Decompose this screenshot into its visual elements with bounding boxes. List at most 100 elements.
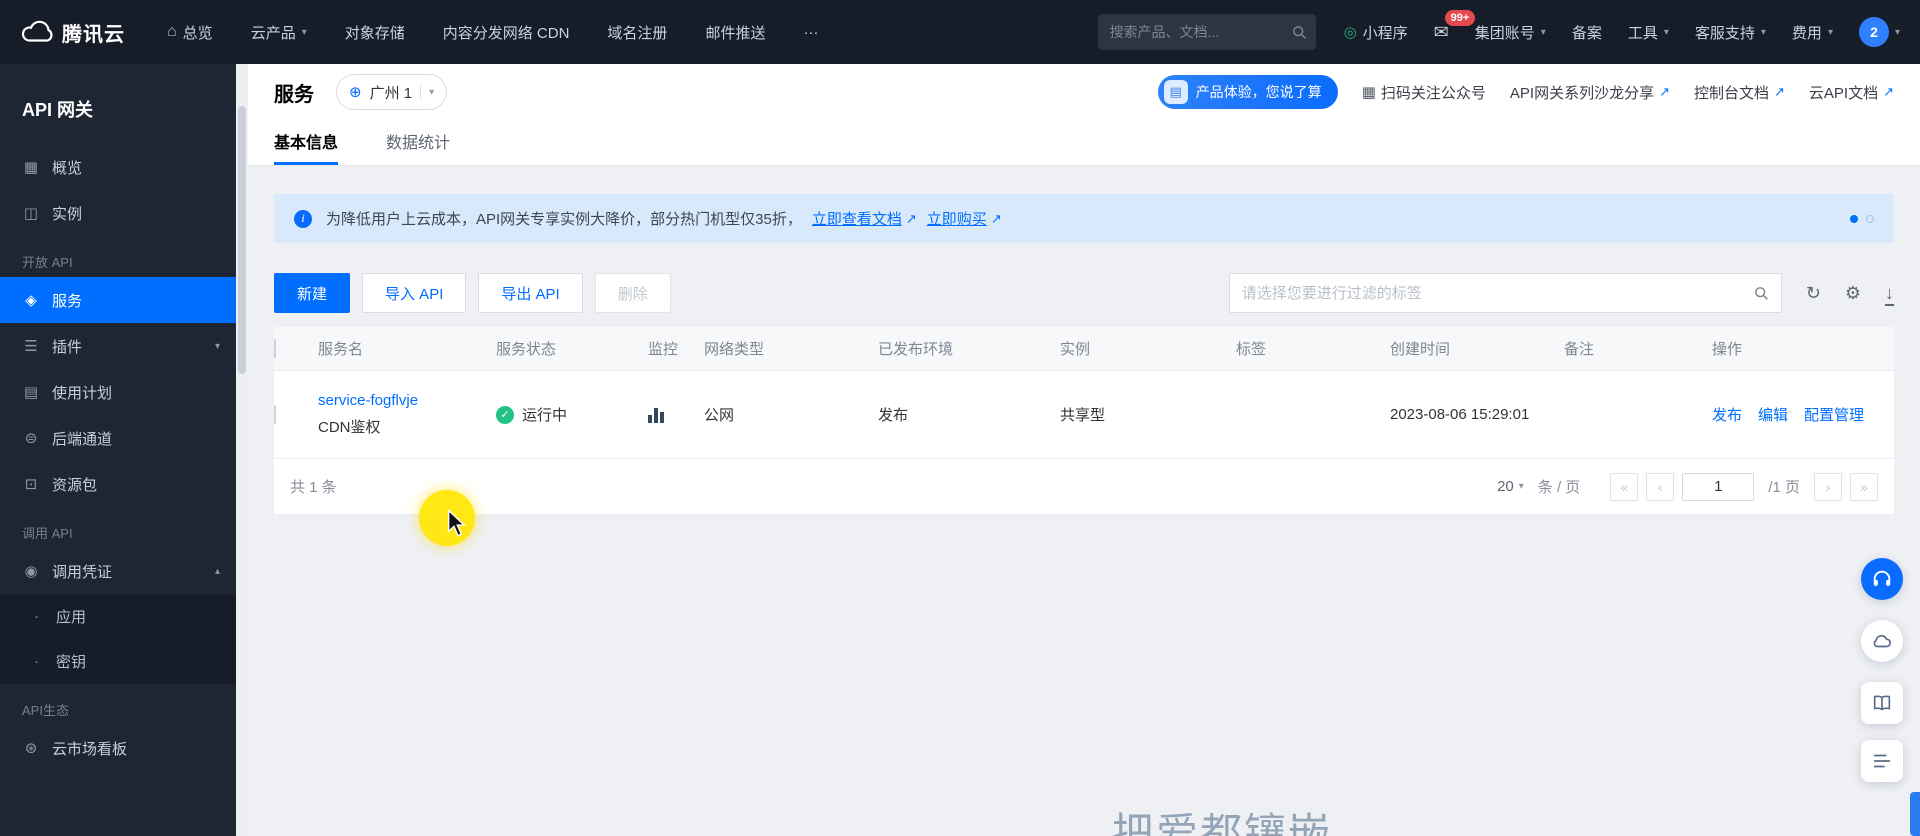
refresh-icon[interactable]: ↻ xyxy=(1806,284,1821,302)
top-navbar: 腾讯云 ⌂ 总览 云产品 ▾ 对象存储 内容分发网络 CDN 域名注册 邮件推送 xyxy=(0,0,1920,64)
nav-domain-registration[interactable]: 域名注册 xyxy=(607,22,667,43)
row-checkbox[interactable] xyxy=(274,405,276,424)
sidebar-item-credentials[interactable]: ◉ 调用凭证 ▴ xyxy=(0,548,236,594)
feedback-button[interactable] xyxy=(1861,740,1903,782)
chevron-down-icon: ▾ xyxy=(214,340,220,352)
account-menu[interactable]: 2 ▾ xyxy=(1858,17,1900,47)
sidebar-item-resource-packs[interactable]: ⊡ 资源包 xyxy=(0,461,236,507)
nav-mail-push-label: 邮件推送 xyxy=(705,24,766,42)
view-doc-link[interactable]: 立即查看文档 xyxy=(812,208,902,229)
published-env: 发布 xyxy=(878,407,909,424)
config-manage-action[interactable]: 配置管理 xyxy=(1804,404,1864,425)
sidebar-item-applications[interactable]: · 应用 xyxy=(0,594,236,639)
tools-menu[interactable]: 工具 ▾ xyxy=(1628,22,1669,43)
import-api-button[interactable]: 导入 API xyxy=(362,273,467,313)
messages-button[interactable]: ✉ 99+ xyxy=(1434,9,1476,43)
tencent-cloud-logo[interactable]: 腾讯云 xyxy=(20,18,125,47)
plugin-icon: ☰ xyxy=(24,338,38,355)
region-selector[interactable]: ⊕ 广州 1 ▾ xyxy=(336,74,448,110)
documentation-button[interactable] xyxy=(1861,682,1903,724)
carousel-dot-active[interactable] xyxy=(1850,214,1858,223)
nav-overview[interactable]: ⌂ 总览 xyxy=(167,22,213,43)
billing-menu[interactable]: 费用 ▾ xyxy=(1792,22,1833,43)
sidebar-item-plugins[interactable]: ☰ 插件 ▾ xyxy=(0,323,236,369)
column-header-created: 创建时间 xyxy=(1390,341,1451,358)
last-page-button[interactable]: » xyxy=(1850,472,1878,501)
cloud-api-doc-link[interactable]: 云API文档 ↗ xyxy=(1809,82,1894,103)
product-feedback-button[interactable]: ▤ 产品体验，您说了算 xyxy=(1157,75,1338,109)
topbar-search-input[interactable] xyxy=(1109,24,1291,40)
tab-statistics[interactable]: 数据统计 xyxy=(386,120,450,165)
nav-object-storage[interactable]: 对象存储 xyxy=(345,22,405,43)
backend-channel-icon: ⊜ xyxy=(24,430,38,447)
sidebar-item-overview[interactable]: ▦ 概览 xyxy=(0,144,236,190)
status-running-icon: ✓ xyxy=(496,405,514,424)
settings-gear-icon[interactable]: ⚙ xyxy=(1845,284,1861,302)
nav-cdn[interactable]: 内容分发网络 CDN xyxy=(443,22,570,43)
monitor-chart-icon[interactable] xyxy=(648,407,696,423)
chevron-down-icon: ▾ xyxy=(1894,26,1900,38)
sidebar-item-instances[interactable]: ◫ 实例 xyxy=(0,190,236,236)
salon-share-link[interactable]: API网关系列沙龙分享 ↗ xyxy=(1510,82,1670,103)
export-api-button[interactable]: 导出 API xyxy=(478,273,583,313)
qr-follow-link[interactable]: ▦ 扫码关注公众号 xyxy=(1362,82,1486,103)
support-label: 客服支持 xyxy=(1694,24,1755,42)
sidebar-item-keys[interactable]: · 密钥 xyxy=(0,639,236,684)
delete-button[interactable]: 删除 xyxy=(594,273,671,313)
support-chat-button[interactable] xyxy=(1861,558,1903,600)
prev-page-button[interactable]: ‹ xyxy=(1646,472,1675,501)
sidebar-item-backend-channels[interactable]: ⊜ 后端通道 xyxy=(0,415,236,461)
resource-pack-icon: ⊡ xyxy=(24,476,38,493)
page-size-select[interactable]: 20 ▾ xyxy=(1497,478,1524,495)
notification-badge: 99+ xyxy=(1444,9,1476,26)
page-number-input[interactable] xyxy=(1682,472,1755,501)
publish-action[interactable]: 发布 xyxy=(1712,404,1742,425)
sidebar-item-label: 资源包 xyxy=(52,476,98,494)
cloud-assistant-button[interactable] xyxy=(1861,620,1903,662)
search-icon[interactable] xyxy=(1291,24,1307,40)
created-time: 2023-08-06 15:29:01 xyxy=(1390,406,1530,423)
book-icon xyxy=(1873,695,1891,711)
tab-basic-info[interactable]: 基本信息 xyxy=(274,120,339,165)
select-all-checkbox[interactable] xyxy=(274,339,276,358)
service-name-link[interactable]: service-fogflvje xyxy=(318,392,488,409)
group-account-menu[interactable]: 集团账号 ▾ xyxy=(1475,22,1546,43)
carousel-dot[interactable] xyxy=(1866,214,1874,223)
brand-name: 腾讯云 xyxy=(62,23,125,46)
group-account-label: 集团账号 xyxy=(1474,24,1535,42)
download-icon[interactable]: ↓ xyxy=(1885,283,1894,306)
page-size-unit: 条 / 页 xyxy=(1537,479,1581,496)
chevron-down-icon: ▾ xyxy=(301,26,307,38)
banner-carousel-dots xyxy=(1850,214,1874,223)
column-header-monitor: 监控 xyxy=(648,341,679,358)
search-icon[interactable] xyxy=(1753,285,1769,301)
next-page-button[interactable]: › xyxy=(1814,472,1842,501)
sidebar-item-label: 密钥 xyxy=(56,654,87,671)
tag-filter[interactable] xyxy=(1228,273,1782,313)
topbar-right-cluster: ◎ 小程序 ✉ 99+ 集团账号 ▾ 备案 工具 ▾ 客服支持 ▾ 费用 ▾ 2… xyxy=(1344,9,1900,47)
create-button[interactable]: 新建 xyxy=(274,273,351,313)
support-menu[interactable]: 客服支持 ▾ xyxy=(1695,22,1766,43)
miniprogram-button[interactable]: ◎ 小程序 xyxy=(1344,22,1408,43)
topbar-search[interactable] xyxy=(1097,14,1316,50)
nav-mail-push[interactable]: 邮件推送 xyxy=(705,22,765,43)
edit-action[interactable]: 编辑 xyxy=(1758,404,1788,425)
buy-now-link[interactable]: 立即购买 xyxy=(927,208,987,229)
sidebar-item-services[interactable]: ◈ 服务 xyxy=(0,277,236,323)
nav-more-button[interactable]: ··· xyxy=(803,24,818,41)
collapsed-side-panel-tab[interactable] xyxy=(1910,792,1920,836)
sidebar-section-ecosystem: API生态 xyxy=(22,703,69,718)
first-page-button[interactable]: « xyxy=(1610,472,1639,501)
column-header-name: 服务名 xyxy=(318,341,364,358)
nav-cloud-products[interactable]: 云产品 ▾ xyxy=(251,22,307,43)
tag-filter-input[interactable] xyxy=(1241,284,1753,302)
survey-list-icon xyxy=(1873,754,1891,768)
chevron-down-icon: ▾ xyxy=(429,86,435,98)
sidebar-item-usage-plans[interactable]: ▤ 使用计划 xyxy=(0,369,236,415)
console-doc-link[interactable]: 控制台文档 ↗ xyxy=(1694,82,1785,103)
sidebar-item-cloud-market[interactable]: ⊛ 云市场看板 xyxy=(0,725,236,771)
chevron-down-icon: ▾ xyxy=(1827,26,1833,38)
icp-filing-link[interactable]: 备案 xyxy=(1572,22,1602,43)
promo-banner: i 为降低用户上云成本，API网关专享实例大降价，部分热门机型仅35折， 立即查… xyxy=(274,194,1894,243)
sidebar-scrollbar-thumb[interactable] xyxy=(238,106,246,374)
